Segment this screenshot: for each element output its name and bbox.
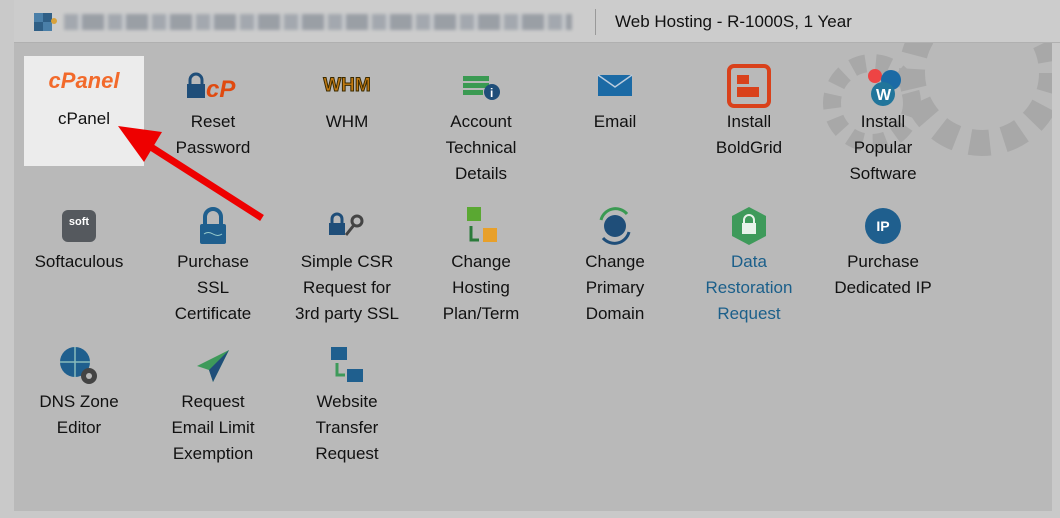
tile-reset-password[interactable]: cP Reset Password: [153, 63, 273, 161]
tile-change-primary-domain[interactable]: Change Primary Domain: [555, 203, 675, 327]
whm-logo-icon: WHM: [323, 75, 371, 97]
tile-label: Change Primary Domain: [585, 252, 645, 323]
svg-text:i: i: [490, 86, 493, 100]
shield-lock-icon: [689, 203, 809, 249]
tile-email[interactable]: Email: [555, 63, 675, 135]
tile-website-transfer[interactable]: Website Transfer Request: [287, 343, 407, 467]
tile-label: Request Email Limit Exemption: [171, 392, 255, 463]
tile-label: Website Transfer Request: [315, 392, 379, 463]
tile-whm[interactable]: WHM WHM: [287, 63, 407, 135]
globe-refresh-icon: [555, 203, 675, 249]
lock-key-icon: [287, 203, 407, 249]
softaculous-icon: soft: [19, 203, 139, 249]
header-divider: [595, 9, 596, 35]
tile-purchase-dedicated-ip[interactable]: IP Purchase Dedicated IP: [823, 203, 943, 301]
tile-label: Data Restoration Request: [705, 252, 793, 323]
boldgrid-icon: [689, 63, 809, 109]
tile-label: Change Hosting Plan/Term: [442, 252, 520, 323]
cms-logos-icon: W: [823, 63, 943, 109]
tile-request-email-limit[interactable]: Request Email Limit Exemption: [153, 343, 273, 467]
transfer-windows-icon: [287, 343, 407, 389]
tile-cpanel[interactable]: cPanel cPanel: [24, 56, 144, 166]
tile-purchase-ssl[interactable]: Purchase SSL Certificate: [153, 203, 273, 327]
tile-label: Purchase SSL Certificate: [174, 252, 252, 323]
tile-dns-zone-editor[interactable]: DNS Zone Editor: [19, 343, 139, 441]
paper-plane-icon: [153, 343, 273, 389]
cpanel-logo-icon: cPanel: [48, 68, 120, 93]
svg-text:W: W: [876, 87, 892, 104]
lock-cp-icon: cP: [153, 63, 273, 109]
tile-change-hosting-plan[interactable]: Change Hosting Plan/Term: [421, 203, 541, 327]
account-domain-redacted: [64, 14, 572, 30]
server-info-icon: i: [421, 63, 541, 109]
tools-panel: cPanel cPanel cP Reset Password WHM WHM …: [14, 43, 1052, 511]
tile-label: cPanel: [58, 109, 110, 128]
hosting-cube-icon: [34, 13, 57, 31]
tile-label: WHM: [325, 112, 369, 131]
svg-text:cP: cP: [206, 76, 236, 100]
ip-globe-icon: IP: [823, 203, 943, 249]
hosting-plan-title: Web Hosting - R-1000S, 1 Year: [615, 12, 852, 31]
header-bar: Web Hosting - R-1000S, 1 Year: [14, 0, 1060, 43]
tile-label: DNS Zone Editor: [39, 392, 119, 437]
tile-label: Install Popular Software: [849, 112, 917, 183]
tile-softaculous[interactable]: soft Softaculous: [19, 203, 139, 275]
tile-label: Reset Password: [175, 112, 251, 157]
tile-label: Account Technical Details: [445, 112, 517, 183]
tile-install-popular-software[interactable]: W Install Popular Software: [823, 63, 943, 187]
envelope-icon: [555, 63, 675, 109]
padlock-icon: [153, 203, 273, 249]
tile-label: Email: [593, 112, 637, 131]
tile-install-boldgrid[interactable]: Install BoldGrid: [689, 63, 809, 161]
tile-data-restoration[interactable]: Data Restoration Request: [689, 203, 809, 327]
tile-label: Simple CSR Request for 3rd party SSL: [295, 252, 399, 323]
tile-account-technical-details[interactable]: i Account Technical Details: [421, 63, 541, 187]
tile-label: Purchase Dedicated IP: [834, 252, 932, 297]
boxes-swap-icon: [421, 203, 541, 249]
globe-gear-icon: [19, 343, 139, 389]
tile-label: Install BoldGrid: [715, 112, 783, 157]
tile-label: Softaculous: [34, 252, 124, 271]
tile-simple-csr[interactable]: Simple CSR Request for 3rd party SSL: [287, 203, 407, 327]
